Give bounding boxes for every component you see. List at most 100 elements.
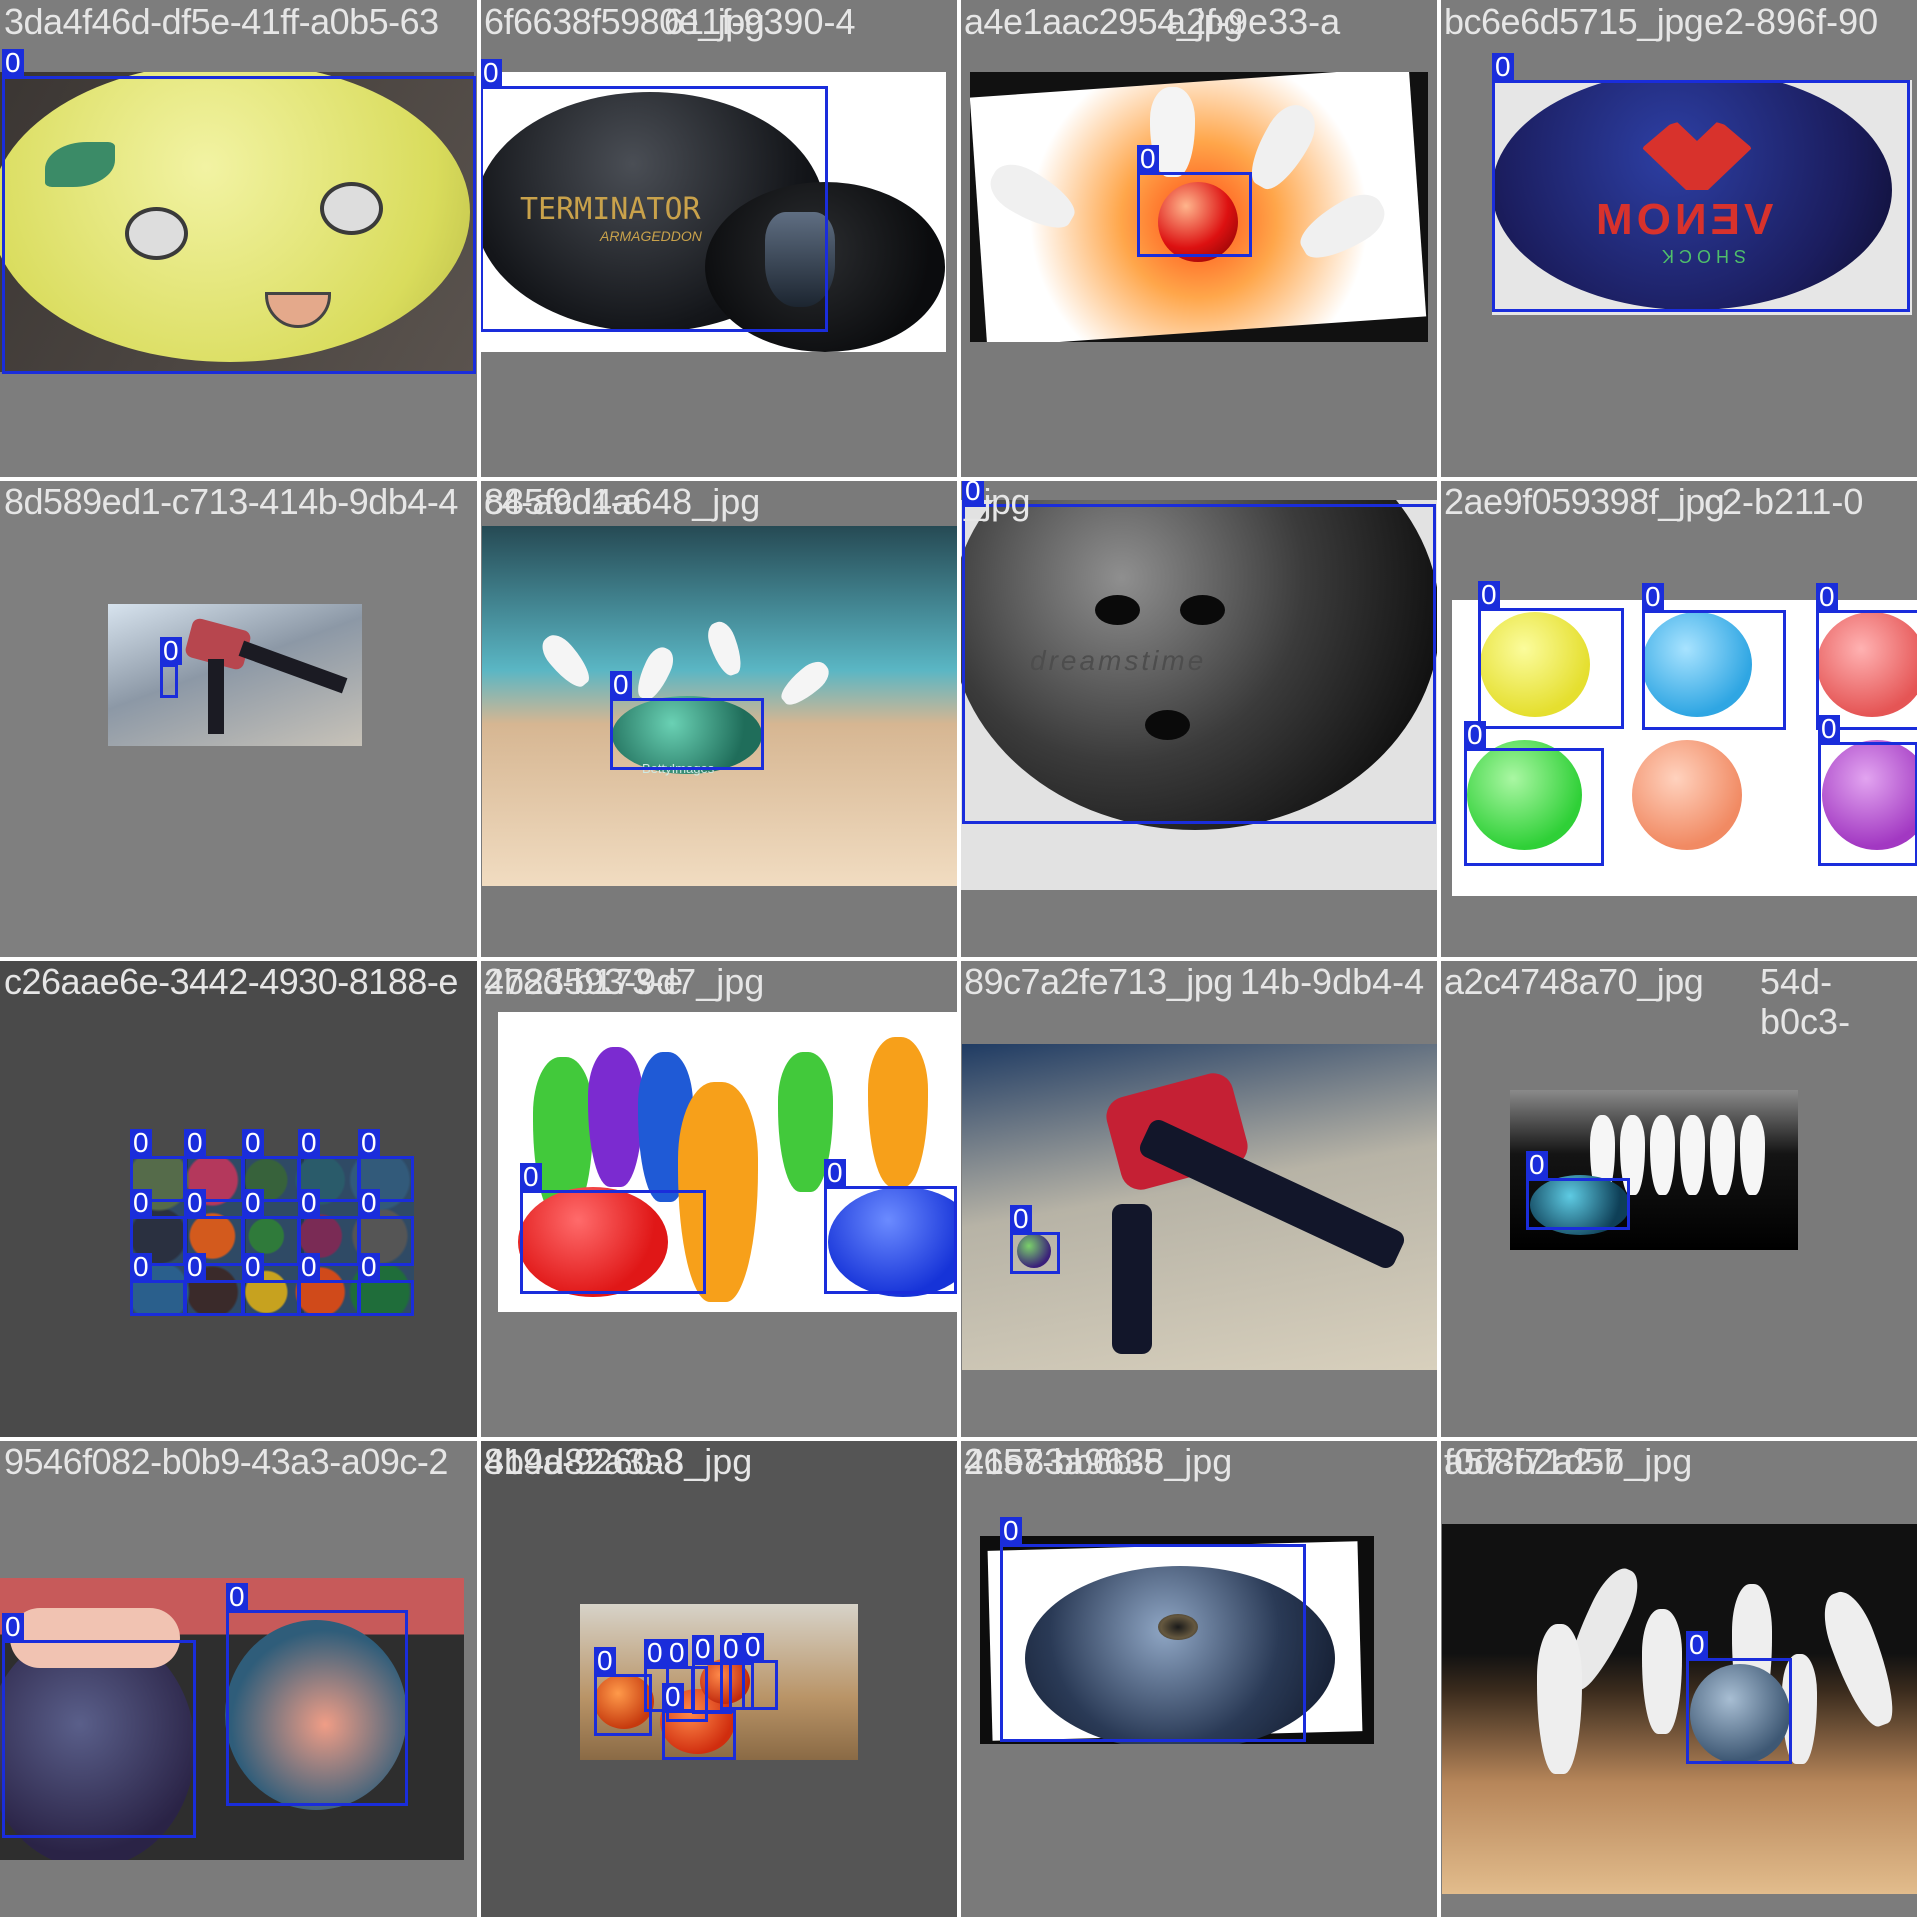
class-label: 0 — [1000, 1517, 1022, 1545]
detection-box: 0 — [160, 637, 182, 698]
class-label: 0 — [1137, 145, 1159, 173]
class-label: 0 — [130, 1189, 152, 1217]
grid-line — [0, 478, 1920, 481]
tile-1[interactable]: 3da4f46d-df5e-41ff-a0b5-63 0 — [0, 0, 477, 477]
tile-5[interactable]: 8d589ed1-c713-414b-9db4-4 0 — [0, 480, 477, 957]
class-label: 0 — [130, 1253, 152, 1281]
class-label: 0 — [1816, 583, 1838, 611]
pin — [775, 655, 835, 712]
tile-9[interactable]: c26aae6e-3442-4930-8188-e 0 0 0 0 0 0 0 … — [0, 960, 477, 1437]
title-overlay: e2-896f-90 — [1704, 1, 1879, 42]
detection-box: 0 — [2, 49, 476, 374]
class-label: 0 — [692, 1635, 714, 1663]
pin — [1642, 1609, 1682, 1734]
detection-box: 0 — [610, 671, 764, 770]
salmon-ball — [1632, 740, 1742, 850]
pin — [1650, 1115, 1675, 1195]
detection-box: 0 — [298, 1253, 360, 1316]
bowler-legs — [1136, 1116, 1408, 1272]
tile-4[interactable]: bc6e6d5715_jpg VENOM SHOCK 0 — [1440, 0, 1917, 477]
class-label: 0 — [1642, 583, 1664, 611]
detection-box: 0 — [1686, 1631, 1792, 1764]
tile-title: c26aae6e-3442-4930-8188-e — [4, 961, 458, 1002]
class-label: 0 — [594, 1647, 616, 1675]
tile-8[interactable]: 2ae9f059398f_jpg 0 0 0 0 0 — [1440, 480, 1917, 957]
class-label: 0 — [666, 1639, 688, 1667]
class-label: 0 — [662, 1683, 684, 1711]
image — [962, 1044, 1437, 1370]
tile-15[interactable]: 4657-bb6b-5 0 — [960, 1440, 1437, 1917]
image — [1442, 1524, 1917, 1894]
class-label: 0 — [520, 1163, 542, 1191]
class-label: 0 — [720, 1635, 742, 1663]
pin — [1680, 1115, 1705, 1195]
pin — [535, 629, 597, 693]
title-overlay: 8b4d82a3a8_jpg — [484, 1441, 753, 1482]
detection-box: 0 — [1818, 715, 1917, 866]
class-label: 0 — [2, 49, 24, 77]
class-label: 0 — [184, 1189, 206, 1217]
pin — [1814, 1585, 1905, 1733]
detection-box: 0 — [1464, 721, 1604, 866]
class-label: 0 — [242, 1253, 264, 1281]
tile-16[interactable]: a57-b2a2-7 0 — [1440, 1440, 1917, 1917]
title-overlay: 54d-b0c3- — [1760, 961, 1851, 1042]
tile-title: _jpg — [964, 481, 1031, 522]
tile-2[interactable]: 6f6638f5980e_jpg TERMINATOR ARMAGEDDON 0 — [480, 0, 957, 477]
class-label: 0 — [298, 1253, 320, 1281]
class-label: 0 — [242, 1129, 264, 1157]
tile-title: 89c7a2fe713_jpg — [964, 961, 1233, 1002]
title-overlay: 2b23593-9d7_jpg — [484, 961, 765, 1002]
class-label: 0 — [358, 1129, 380, 1157]
tile-13[interactable]: 9546f082-b0b9-43a3-a09c-2 0 0 — [0, 1440, 477, 1917]
title-overlay: f0d8f71d5b_jpg — [1444, 1441, 1693, 1482]
detection-box: 0 — [962, 480, 1436, 824]
detection-box: 0 — [1010, 1205, 1060, 1274]
class-label: 0 — [1686, 1631, 1708, 1659]
pin — [588, 1047, 643, 1187]
class-label: 0 — [1010, 1205, 1032, 1233]
pin — [703, 618, 747, 679]
class-label: 0 — [1526, 1151, 1548, 1179]
detection-box: 0 — [1478, 581, 1624, 729]
class-label: 0 — [1478, 581, 1500, 609]
tile-14[interactable]: 419a-9260-8 0 0 0 0 0 0 0 — [480, 1440, 957, 1917]
class-label: 0 — [184, 1253, 206, 1281]
pin — [1537, 1624, 1582, 1774]
class-label: 0 — [2, 1613, 24, 1641]
class-label: 0 — [1492, 53, 1514, 81]
tile-10[interactable]: 478d-b173-e 0 0 — [480, 960, 957, 1437]
detection-box: 0 — [520, 1163, 706, 1294]
class-label: 0 — [184, 1129, 206, 1157]
pin — [868, 1037, 928, 1187]
detection-box: 0 — [1526, 1151, 1630, 1230]
class-label: 0 — [160, 637, 182, 665]
detection-box: 0 — [2, 1613, 196, 1838]
image — [108, 604, 362, 746]
class-label: 0 — [298, 1129, 320, 1157]
class-label: 0 — [130, 1129, 152, 1157]
class-label: 0 — [742, 1633, 764, 1661]
detection-box: 0 — [1492, 53, 1910, 312]
class-label: 0 — [358, 1189, 380, 1217]
detection-box: 0 — [1642, 583, 1786, 730]
tile-7[interactable]: _jpg dreamstime 0 — [960, 480, 1437, 957]
tile-6[interactable]: c4-a9d1-a BettyImages 0 — [480, 480, 957, 957]
class-label: 0 — [242, 1189, 264, 1217]
title-overlay: 885fcd4a648_jpg — [484, 481, 761, 522]
detection-box: 0 — [1816, 583, 1917, 730]
detection-box: 0 — [824, 1159, 957, 1294]
pin — [1740, 1115, 1765, 1195]
bowler-leg — [1112, 1204, 1152, 1354]
title-overlay: c2-b211-0 — [1704, 481, 1864, 522]
pin — [1710, 1115, 1735, 1195]
grid-line — [0, 958, 1920, 961]
tile-title: bc6e6d5715_jpg — [1444, 1, 1704, 42]
title-overlay: 14b-9db4-4 — [1240, 961, 1425, 1002]
class-label: 0 — [610, 671, 632, 699]
bowler — [168, 614, 348, 734]
tile-title: 2ae9f059398f_jpg — [1444, 481, 1725, 522]
tile-3[interactable]: a4e1aac2954_jpg 0 — [960, 0, 1437, 477]
tile-11[interactable]: 89c7a2fe713_jpg 0 — [960, 960, 1437, 1437]
detection-box: 0 — [1000, 1517, 1306, 1742]
